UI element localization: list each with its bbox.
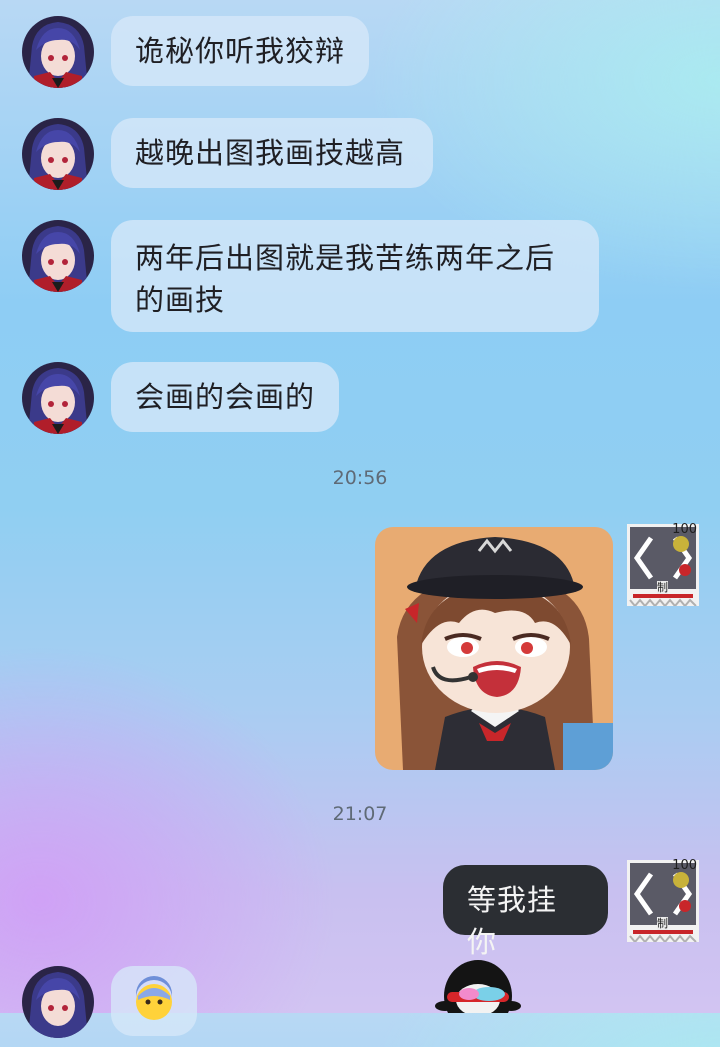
sticker-image[interactable] [375,527,613,770]
card-number: 100 [672,522,697,537]
message-bubble[interactable]: 越晚出图我画技越高 [111,118,433,188]
timestamp: 20:56 [332,467,388,489]
timestamp: 21:07 [332,803,388,825]
contact-avatar[interactable] [22,966,94,1038]
self-avatar[interactable]: 100 制 [627,858,699,944]
contact-avatar-image [22,362,94,434]
contact-avatar[interactable] [22,118,94,190]
contact-avatar[interactable] [22,220,94,292]
message-text: 等我挂你 [467,883,558,959]
self-avatar[interactable]: 100 制 [627,522,699,608]
qq-penguin-image [435,960,521,1032]
message-text: 两年后出图就是我苦练两年之后的画技 [135,241,556,317]
message-bubble[interactable]: 两年后出图就是我苦练两年之后的画技 [111,220,599,332]
chat-area: 诡秘你听我狡辩 越晚出图我画技越高 两年后出图就是我苦练两年之后的画技 会画的会… [0,0,720,1038]
message-bubble[interactable]: 诡秘你听我狡辩 [111,16,369,86]
message-text: 会画的会画的 [135,380,316,414]
message-text: 诡秘你听我狡辩 [135,34,346,68]
contact-avatar-image [22,220,94,292]
contact-avatar-image [22,16,94,88]
contact-avatar-image [22,966,94,1038]
card-badge: 制 [657,581,668,594]
message-bubble[interactable]: 会画的会画的 [111,362,339,432]
card-badge: 制 [657,917,668,930]
qq-penguin-icon[interactable] [433,956,523,1032]
contact-avatar[interactable] [22,362,94,434]
emoji-bubble[interactable] [111,966,197,1036]
contact-avatar[interactable] [22,16,94,88]
card-number: 100 [672,858,697,873]
message-bubble[interactable]: 等我挂你 [443,865,608,959]
fearful-face-emoji [136,976,172,1020]
contact-avatar-image [22,118,94,190]
anime-girl-crying-sticker [375,527,613,770]
message-text: 越晚出图我画技越高 [135,136,406,170]
